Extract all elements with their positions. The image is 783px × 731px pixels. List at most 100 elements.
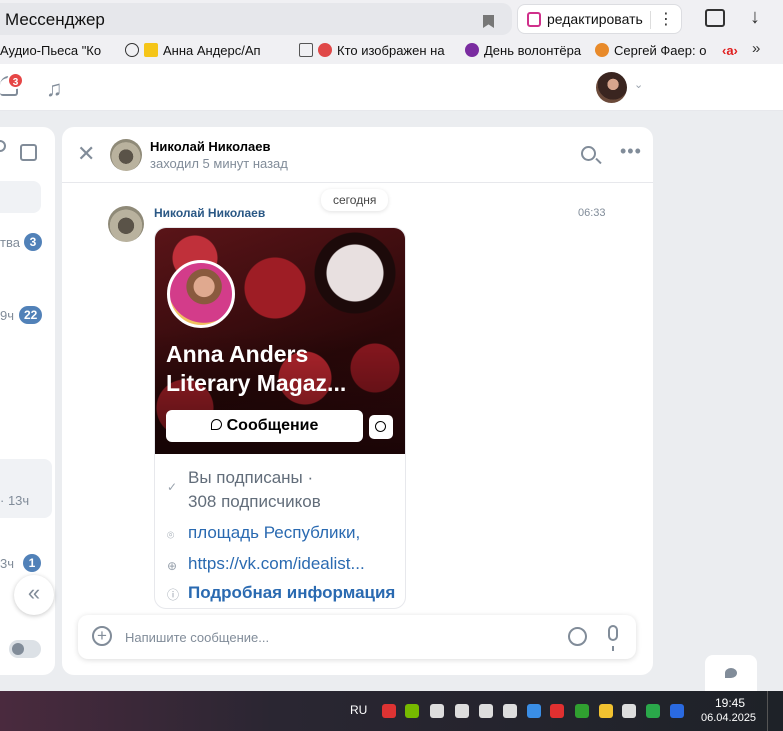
bookmark-favicon-icon [125, 43, 139, 57]
address-row[interactable]: ⌾ площадь Республики, [167, 523, 360, 543]
settings-icon[interactable] [0, 140, 6, 152]
more-info-row[interactable]: ⓘ Подробная информация [167, 583, 395, 603]
edit-label: редактировать [547, 11, 643, 27]
bookmark-item[interactable]: День волонтёра [465, 43, 581, 58]
opera-icon[interactable] [550, 704, 564, 718]
info-icon: ⓘ [167, 588, 180, 602]
close-icon[interactable]: ✕ [77, 143, 95, 165]
contact-name[interactable]: Николай Николаев [150, 139, 270, 154]
collapse-button[interactable]: « [14, 575, 54, 615]
share-button[interactable] [369, 415, 393, 439]
audio-icon [318, 43, 332, 57]
bookmark-label: Аудио-Пьеса "Ко [0, 43, 102, 58]
tray-icon[interactable] [599, 704, 613, 718]
tray-icon[interactable] [575, 704, 589, 718]
flag-icon[interactable] [455, 704, 469, 718]
subscription-info: ✓ Вы подписаны · 308 подписчиков [167, 466, 321, 514]
date-separator: сегодня [321, 189, 389, 211]
bookmark-label: Анна Андерс/Ап [163, 43, 261, 58]
dialog-search-input[interactable] [0, 181, 41, 213]
location-pin-icon: ⌾ [167, 528, 175, 542]
chat-bubble-icon [210, 419, 222, 430]
message-author[interactable]: Николай Николаев [154, 206, 265, 220]
subscribers-count: 308 подписчиков [188, 492, 321, 511]
search-icon[interactable] [581, 146, 596, 161]
download-icon[interactable]: ↓ [750, 6, 760, 29]
message-input[interactable] [125, 627, 545, 647]
dialog-item-active[interactable]: · 13ч [0, 459, 52, 518]
message-composer: + [78, 615, 636, 659]
dialog-preview[interactable]: тва [0, 235, 20, 250]
group-title-line: Literary Magaz... [166, 370, 347, 396]
emoji-icon[interactable] [568, 627, 587, 646]
bookmark-favicon-icon [465, 43, 479, 57]
document-icon [299, 43, 313, 57]
address-link[interactable]: площадь Республики, [188, 523, 360, 542]
chat-window: ✕ Николай Николаев заходил 5 минут назад… [62, 127, 653, 675]
chevron-down-icon[interactable]: ⌄ [634, 78, 643, 91]
subscribed-status: Вы подписаны · [188, 468, 314, 487]
usb-icon[interactable] [622, 704, 636, 718]
bluetooth-icon[interactable] [527, 704, 541, 718]
dialog-preview[interactable]: 3ч [0, 556, 14, 571]
bookmark-favicon-icon[interactable]: ‹a› [722, 43, 738, 58]
globe-icon: ⊕ [167, 559, 178, 573]
zoom-icon[interactable] [670, 704, 684, 718]
bookmark-item[interactable]: Сергей Фаер: о [595, 43, 706, 58]
clock-date[interactable]: 06.04.2025 [701, 712, 756, 724]
address-text[interactable]: Мессенджер [5, 10, 105, 30]
compose-icon[interactable] [20, 144, 37, 161]
attach-plus-icon[interactable]: + [92, 626, 112, 646]
microphone-icon[interactable] [608, 625, 618, 651]
keyboard-icon[interactable] [479, 704, 493, 718]
contact-status: заходил 5 минут назад [150, 156, 288, 171]
volume-icon[interactable] [430, 704, 444, 718]
check-icon: ✓ [167, 480, 178, 494]
chat-bubble-icon[interactable] [705, 655, 757, 691]
address-bar[interactable]: Мессенджер [0, 3, 512, 35]
button-label: Сообщение [226, 417, 319, 434]
group-card[interactable]: Anna Anders Literary Magaz... Сообщение … [154, 227, 406, 609]
bookmark-label: Кто изображен на [337, 43, 445, 58]
star-icon [144, 43, 158, 57]
avatar[interactable] [596, 72, 627, 103]
bookmarks-more-icon[interactable]: » [752, 40, 760, 57]
browser-toolbar: Мессенджер редактировать ⋮ ↓ [0, 0, 783, 38]
notifications-badge: 3 [7, 72, 24, 89]
bookmark-label: Сергей Фаер: о [614, 43, 707, 58]
network-icon[interactable] [503, 704, 517, 718]
dialog-preview: · 13ч [0, 493, 30, 508]
bookmark-item[interactable]: Кто изображен на [299, 43, 445, 58]
bookmarks-bar: Аудио-Пьеса "Ко Анна Андерс/Ап Кто изобр… [0, 38, 783, 64]
language-indicator[interactable]: RU [350, 703, 367, 717]
more-horizontal-icon[interactable]: ••• [620, 141, 642, 162]
show-desktop-button[interactable] [767, 691, 783, 731]
bookmark-label: День волонтёра [484, 43, 582, 58]
website-link[interactable]: https://vk.com/idealist... [188, 554, 365, 573]
message-time: 06:33 [578, 207, 606, 219]
tabs-icon[interactable] [705, 9, 725, 27]
unread-badge: 22 [19, 306, 43, 324]
dialog-preview[interactable]: 9ч [0, 308, 14, 323]
music-icon[interactable]: ♫ [46, 76, 63, 102]
tray-icon[interactable] [382, 704, 396, 718]
bookmark-item[interactable]: Анна Андерс/Ап [125, 43, 261, 58]
send-message-button[interactable]: Сообщение [166, 410, 363, 442]
dialog-list: тва 3 9ч 22 · 13ч 3ч 1 « [0, 127, 55, 675]
clock-time[interactable]: 19:45 [714, 696, 746, 710]
toggle-switch[interactable] [9, 640, 41, 658]
bookmark-icon[interactable] [483, 15, 494, 28]
website-row[interactable]: ⊕ https://vk.com/idealist... [167, 554, 365, 574]
os-taskbar: RU 19:45 06.04.2025 [0, 691, 783, 731]
more-info-link[interactable]: Подробная информация [188, 583, 395, 602]
avatar[interactable] [108, 206, 144, 242]
kaspersky-icon[interactable] [646, 704, 660, 718]
site-header: 3 ♫ ⌄ [0, 64, 783, 111]
tray-icon[interactable] [405, 704, 419, 718]
unread-badge: 3 [24, 233, 42, 251]
avatar[interactable] [110, 139, 142, 171]
more-vertical-icon[interactable]: ⋮ [658, 9, 674, 29]
edit-page-button[interactable]: редактировать ⋮ [517, 4, 682, 34]
bookmark-item[interactable]: Аудио-Пьеса "Ко [0, 43, 101, 58]
group-title[interactable]: Anna Anders Literary Magaz... [166, 340, 402, 398]
